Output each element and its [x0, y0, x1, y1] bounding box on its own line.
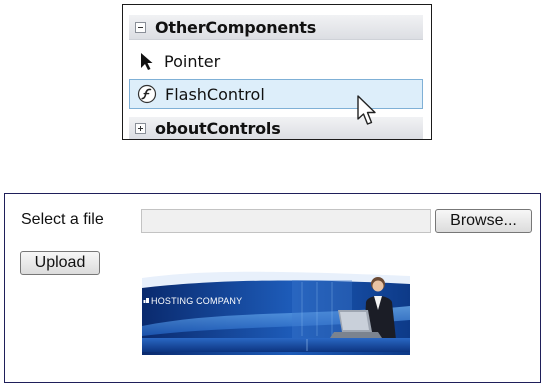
toolbox-item-label: FlashControl: [165, 84, 265, 104]
pointer-arrow-icon: [141, 53, 153, 70]
expand-box-icon[interactable]: [135, 122, 146, 134]
file-path-input[interactable]: [141, 209, 431, 233]
mouse-cursor-icon: [357, 95, 376, 125]
group-label: OtherComponents: [155, 17, 317, 37]
toolbox-panel: OtherComponents Pointer FlashControl obo…: [122, 4, 432, 140]
upload-form-panel: Select a file Browse... Upload HOSTING C…: [4, 193, 541, 383]
toolbox-item-pointer[interactable]: Pointer: [129, 46, 423, 76]
toolbox-item-label: Pointer: [164, 51, 221, 71]
upload-button[interactable]: Upload: [20, 251, 100, 275]
group-header-othercomponents[interactable]: OtherComponents: [129, 15, 423, 40]
select-file-label: Select a file: [21, 211, 104, 228]
hosting-banner-image: HOSTING COMPANY: [142, 270, 410, 355]
browse-button[interactable]: Browse...: [435, 209, 532, 233]
group-label: oboutControls: [155, 118, 281, 138]
banner-nav-bar: [142, 338, 410, 352]
collapse-box-icon[interactable]: [135, 21, 146, 33]
banner-brand-text: HOSTING COMPANY: [151, 296, 243, 306]
flash-icon: [137, 84, 157, 104]
